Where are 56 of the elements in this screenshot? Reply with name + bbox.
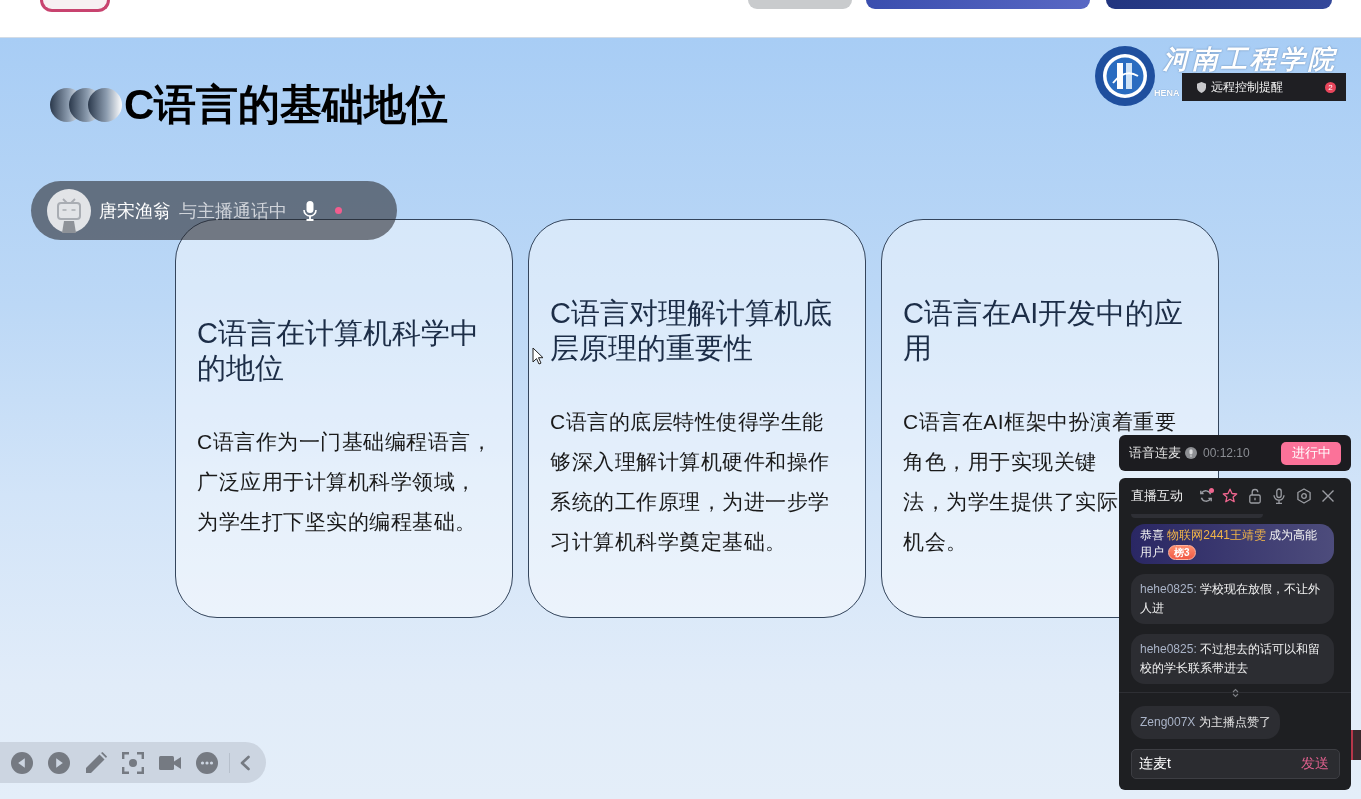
microphone-icon[interactable]	[1271, 488, 1287, 504]
status-dot-icon	[335, 207, 342, 214]
shield-icon	[1197, 81, 1206, 93]
cursor-icon	[532, 347, 544, 365]
tooltip-text: 远程控制提醒	[1211, 78, 1283, 96]
call-status: 与主播通话中	[179, 199, 287, 223]
emblem-icon	[1095, 46, 1155, 106]
card-text-line: 法，为学生提供了实际	[903, 490, 1118, 513]
username-link[interactable]: 物联网2441王靖雯	[1167, 528, 1267, 542]
banner-image[interactable]	[1106, 0, 1332, 9]
card-text-line: C语言在AI框架中扮演着重要	[903, 410, 1176, 433]
sync-icon[interactable]	[1197, 488, 1214, 504]
chat-message: Zeng007X 为主播点赞了	[1131, 706, 1280, 739]
chat-message: hehe0825: 学校现在放假，不让外人进	[1131, 574, 1334, 624]
more-icon[interactable]	[196, 751, 218, 774]
resize-handle-icon[interactable]	[1232, 688, 1239, 698]
caller-name: 唐宋渔翁	[99, 199, 171, 223]
microphone-icon	[303, 200, 317, 221]
card-text: C语言的底层特性使得学生能 够深入理解计算机硬件和操作 系统的工作原理，为进一步学 习计算机科学奠定基础。	[550, 408, 831, 555]
username-link[interactable]: Zeng007X	[1140, 715, 1196, 729]
count-badge: 2	[1325, 81, 1336, 93]
close-icon[interactable]	[1320, 488, 1336, 504]
username-link[interactable]: hehe0825:	[1140, 582, 1197, 596]
next-icon[interactable]	[48, 751, 70, 774]
rank-badge: 榜3	[1168, 545, 1196, 561]
unlock-icon[interactable]	[1246, 488, 1263, 504]
send-button[interactable]: 发送	[1301, 755, 1329, 773]
card-text: C语言作为一门基础编程语言， 广泛应用于计算机科学领域， 为学生打下坚实的编程基础。	[197, 428, 494, 535]
panel-title: 直播互动	[1131, 487, 1183, 505]
focus-icon[interactable]	[122, 751, 144, 774]
avatar-icon	[47, 188, 91, 233]
card-text-line: 机会。	[903, 530, 968, 553]
previous-icon[interactable]	[11, 751, 33, 774]
slide-title: C语言的基础地位	[124, 80, 449, 130]
pencil-icon[interactable]	[85, 751, 107, 774]
logo-image	[40, 0, 110, 12]
card-heading: C语言在AI开发中的应用	[903, 295, 1185, 366]
username-link[interactable]: hehe0825:	[1140, 642, 1197, 656]
star-icon[interactable]	[1222, 488, 1238, 504]
school-name-english: HENA	[1154, 88, 1180, 99]
spheres-drawing	[50, 85, 122, 125]
chat-message: 恭喜 物联网2441王靖雯 成为高能用户 榜3	[1131, 524, 1334, 564]
card-heading: C语言对理解计算机底层原理的重要性	[550, 295, 833, 366]
chat-message: hehe0825: 不过想去的话可以和留校的学长联系带进去	[1131, 634, 1334, 684]
voice-link-label: 语音连麦	[1129, 444, 1181, 462]
message-input[interactable]: 连麦t 发送	[1131, 749, 1340, 779]
school-name: 河南工程学院	[1163, 46, 1337, 72]
card-text-line: 角色，用于实现关键	[903, 450, 1097, 473]
card-heading: C语言在计算机科学中的地位	[197, 315, 480, 386]
side-tab[interactable]	[1351, 730, 1361, 760]
settings-icon[interactable]	[1295, 488, 1312, 504]
microphone-icon	[1185, 447, 1197, 459]
chevron-left-icon[interactable]	[239, 754, 251, 771]
banner-image[interactable]	[748, 0, 852, 9]
call-timer: 00:12:10	[1203, 446, 1250, 460]
banner-image[interactable]	[866, 0, 1090, 9]
